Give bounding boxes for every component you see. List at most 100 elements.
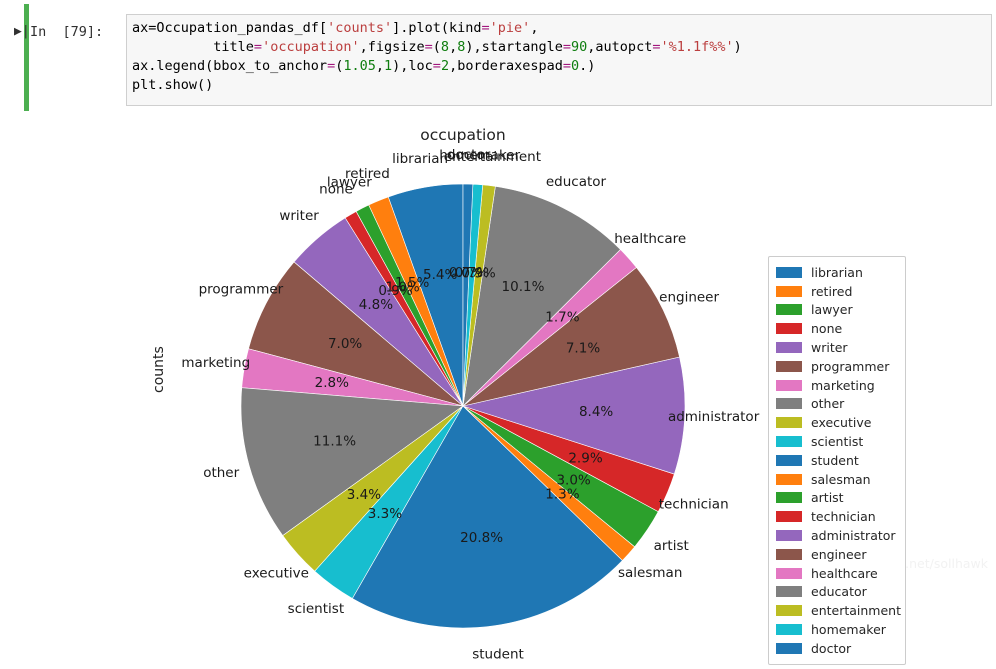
slice-name-label: programmer [199,281,284,297]
slice-percent-label: 1.7% [545,309,579,325]
legend-item: marketing [776,376,898,395]
slice-name-label: marketing [181,355,250,371]
slice-name-label: writer [279,208,319,224]
legend-label: marketing [811,377,875,393]
legend-label: homemaker [811,622,886,638]
legend-label: programmer [811,358,890,374]
legend-label: healthcare [811,565,878,581]
slice-name-label: scientist [288,601,344,617]
slice-name-label: student [472,646,524,662]
legend-item: student [776,451,898,470]
slice-name-label: doctor [447,147,491,163]
cell-prompt: ▶| In [79]: [14,24,103,40]
code-line: title='occupation',figsize=(8,8),startan… [132,39,742,55]
legend-label: doctor [811,640,852,656]
legend-color-swatch [776,605,802,617]
legend-label: administrator [811,528,896,544]
legend-color-swatch [776,548,802,560]
legend-color-swatch [776,454,802,466]
legend-label: writer [811,340,848,356]
legend-color-swatch [776,342,802,354]
legend-item: lawyer [776,301,898,320]
legend-color-swatch [776,379,802,391]
legend-item: entertainment [776,601,901,620]
legend-label: librarian [811,264,863,280]
run-cell-icon[interactable]: ▶| [14,24,30,39]
legend-color-swatch [776,417,802,429]
legend-color-swatch [776,530,802,542]
legend-item: scientist [776,432,898,451]
slice-name-label: executive [244,566,309,582]
legend-item: salesman [776,470,898,489]
legend-label: scientist [811,434,864,450]
execution-count-label: In [79]: [30,24,104,40]
slice-name-label: technician [659,497,729,513]
legend-label: none [811,321,843,337]
legend-color-swatch [776,567,802,579]
slice-name-label: engineer [659,289,719,305]
slice-percent-label: 10.1% [502,279,545,295]
chart-legend: librarian retired lawyer none writer programm… [768,256,906,665]
legend-label: technician [811,509,876,525]
slice-name-label: artist [654,538,689,554]
legend-item: administrator [776,526,898,545]
legend-item: programmer [776,357,898,376]
legend-item: educator [776,583,898,602]
slice-name-label: other [203,465,239,481]
legend-color-swatch [776,624,802,636]
cell-selection-bar [24,4,29,111]
legend-item: engineer [776,545,898,564]
slice-name-label: salesman [618,565,682,581]
slice-percent-label: 0.7% [449,265,483,281]
legend-label: other [811,396,845,412]
code-line: ax.legend(bbox_to_anchor=(1.05,1),loc=2,… [132,58,596,74]
legend-item: homemaker [776,620,898,639]
slice-name-label: none [319,182,353,198]
code-line: ax=Occupation_pandas_df['counts'].plot(k… [132,20,539,36]
legend-item: retired [776,282,898,301]
legend-item: none [776,319,898,338]
legend-label: student [811,452,859,468]
slice-percent-label: 3.3% [368,506,402,522]
legend-item: doctor [776,639,898,658]
legend-label: educator [811,584,867,600]
slice-name-label: healthcare [614,231,686,247]
legend-label: entertainment [811,603,901,619]
legend-color-swatch [776,473,802,485]
legend-color-swatch [776,511,802,523]
legend-label: salesman [811,471,871,487]
legend-label: executive [811,415,872,431]
legend-item: artist [776,489,898,508]
slice-percent-label: 7.0% [328,336,362,352]
legend-label: engineer [811,546,867,562]
legend-color-swatch [776,323,802,335]
slice-percent-label: 2.9% [568,450,602,466]
notebook-input-cell: ▶| In [79]: ax=Occupation_pandas_df['cou… [0,0,996,115]
matplotlib-figure: occupation counts 5.4% 1.5% 1.0% 0.9% 4.8% 7.… [0,115,996,669]
code-source-text[interactable]: ax=Occupation_pandas_df['counts'].plot(k… [132,19,742,95]
legend-color-swatch [776,285,802,297]
legend-color-swatch [776,398,802,410]
legend-color-swatch [776,266,802,278]
legend-color-swatch [776,436,802,448]
slice-percent-label: 1.3% [545,487,579,503]
legend-item: healthcare [776,564,898,583]
legend-color-swatch [776,586,802,598]
slice-percent-label: 4.8% [359,297,393,313]
slice-name-label: administrator [668,409,760,425]
slice-name-label: educator [546,174,607,190]
slice-percent-label: 8.4% [579,404,613,420]
legend-label: lawyer [811,302,853,318]
code-line: plt.show() [132,77,214,93]
legend-color-swatch [776,360,802,372]
legend-color-swatch [776,642,802,654]
slice-percent-label: 2.8% [315,375,349,391]
slice-percent-label: 11.1% [313,434,356,450]
legend-item: executive [776,413,898,432]
legend-item: librarian [776,263,898,282]
legend-item: writer [776,338,898,357]
slice-percent-label: 20.8% [460,530,503,546]
legend-label: artist [811,490,844,506]
slice-percent-label: 3.0% [556,472,590,488]
slice-percent-label: 3.4% [347,487,381,503]
